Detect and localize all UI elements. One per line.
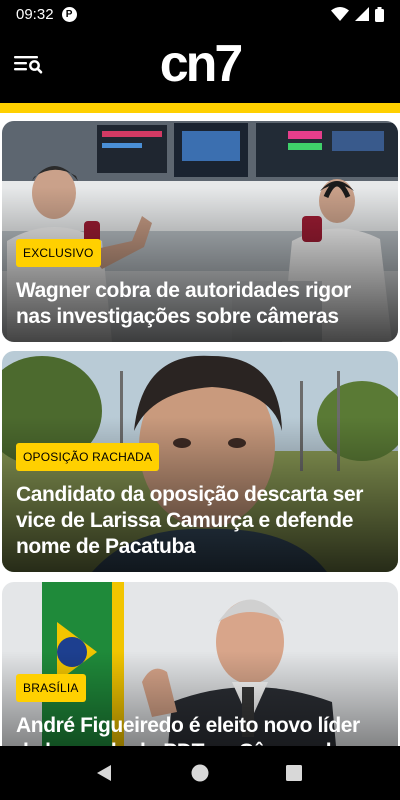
status-bar: 09:32 P — [0, 0, 400, 28]
app-header: cn7 — [0, 28, 400, 103]
article-card[interactable]: EXCLUSIVO Wagner cobra de autoridades ri… — [2, 121, 398, 342]
home-button[interactable] — [191, 764, 209, 787]
recents-button[interactable] — [286, 765, 302, 786]
header-accent-bar — [0, 103, 400, 113]
recents-icon — [286, 765, 302, 781]
home-icon — [191, 764, 209, 782]
wifi-icon — [331, 7, 349, 21]
article-tag[interactable]: OPOSIÇÃO RACHADA — [16, 443, 160, 471]
article-tag[interactable]: BRASÍLIA — [16, 674, 86, 702]
app-notification-icon: P — [61, 6, 77, 22]
system-nav-bar — [0, 746, 400, 800]
back-button[interactable] — [95, 763, 113, 788]
status-icons — [331, 6, 384, 22]
article-tag[interactable]: EXCLUSIVO — [16, 239, 101, 267]
back-icon — [97, 765, 111, 781]
battery-icon — [375, 6, 384, 22]
article-title[interactable]: André Figueiredo é eleito novo líder da … — [16, 713, 386, 746]
app-logo: cn7 — [159, 35, 244, 93]
news-feed[interactable]: EXCLUSIVO Wagner cobra de autoridades ri… — [0, 113, 400, 746]
article-title[interactable]: Candidato da oposição descarta ser vice … — [16, 482, 386, 560]
signal-icon — [355, 7, 369, 21]
article-title[interactable]: Wagner cobra de autoridades rigor nas in… — [16, 278, 386, 330]
article-card[interactable]: OPOSIÇÃO RACHADA Candidato da oposição d… — [2, 351, 398, 572]
article-card[interactable]: BRASÍLIA André Figueiredo é eleito novo … — [2, 582, 398, 746]
status-time: 09:32 — [16, 5, 54, 23]
